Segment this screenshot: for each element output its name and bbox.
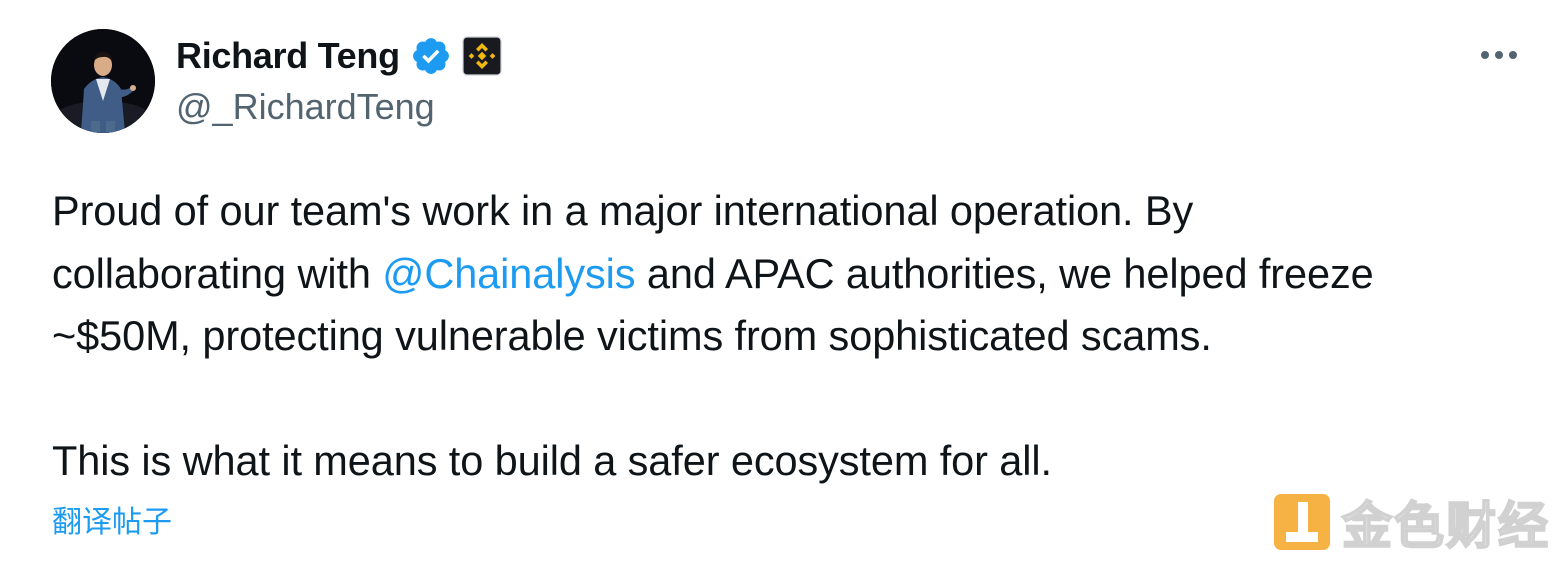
tweet-text-segment: collaborating with bbox=[52, 249, 383, 297]
watermark-text: 金色财经 bbox=[1341, 496, 1550, 556]
watermark: 金色财经 bbox=[1272, 492, 1550, 556]
tweet-line: ~$50M, protecting vulnerable victims fro… bbox=[52, 312, 1212, 359]
more-options-button[interactable] bbox=[1476, 40, 1522, 70]
author-display-name[interactable]: Richard Teng bbox=[176, 35, 400, 77]
tweet-line: Proud of our team's work in a major inte… bbox=[52, 187, 1194, 234]
tweet-card: Richard Teng @_RichardTeng Proud of our … bbox=[0, 0, 1561, 563]
tweet-line: This is what it means to build a safer e… bbox=[52, 437, 1052, 484]
verified-badge-icon[interactable] bbox=[410, 35, 452, 77]
binance-logo-icon[interactable] bbox=[462, 36, 502, 76]
tweet-text: Proud of our team's work in a major inte… bbox=[52, 180, 1532, 493]
more-dots-icon bbox=[1481, 51, 1517, 59]
tweet-line: collaborating with @Chainalysis and APAC… bbox=[52, 243, 1532, 306]
mention-link[interactable]: @Chainalysis bbox=[382, 250, 635, 297]
author-handle[interactable]: @_RichardTeng bbox=[176, 86, 435, 128]
author-name-row: Richard Teng bbox=[176, 34, 502, 78]
avatar[interactable] bbox=[51, 29, 155, 133]
translate-post-link[interactable]: 翻译帖子 bbox=[52, 497, 172, 541]
tweet-text-segment: and APAC authorities, we helped freeze bbox=[635, 249, 1374, 297]
jinse-logo-icon bbox=[1274, 494, 1330, 550]
